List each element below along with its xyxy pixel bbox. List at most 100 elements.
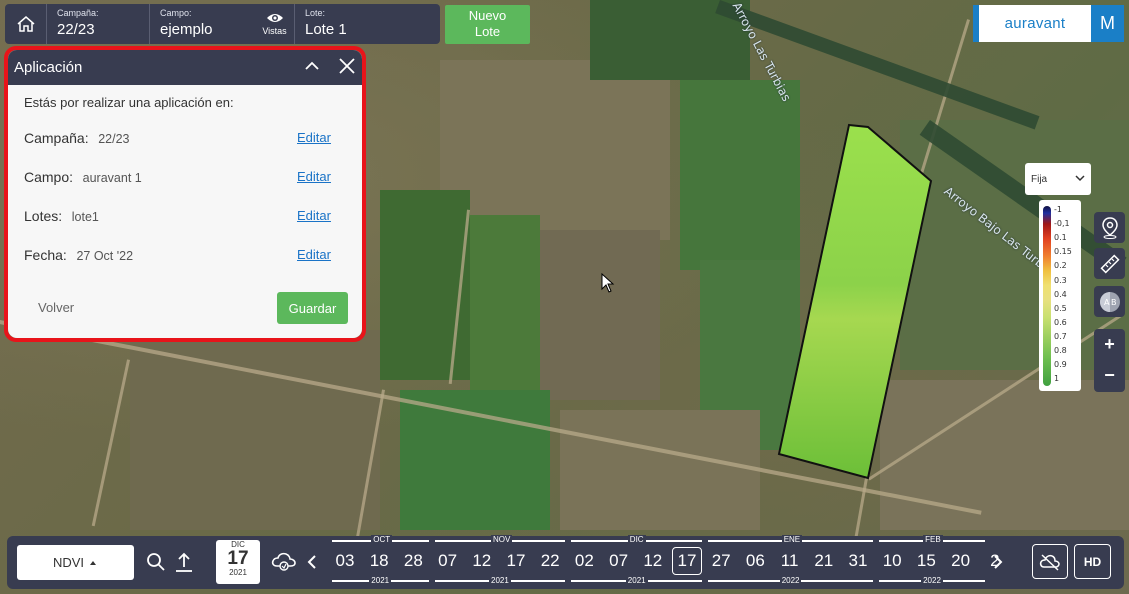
edit-date-link[interactable]: Editar bbox=[297, 247, 331, 262]
compare-ab-icon: A B bbox=[1099, 291, 1120, 312]
legend-tick-label: 0.8 bbox=[1054, 346, 1067, 355]
timeline-day[interactable]: 12 bbox=[638, 551, 668, 571]
legend-tick-label: 0.15 bbox=[1054, 247, 1072, 257]
field-label: Campo: bbox=[160, 8, 192, 18]
summary-row-lots: Lotes: lote1 Editar bbox=[24, 208, 346, 247]
layer-label: NDVI bbox=[52, 555, 85, 570]
edit-campaign-link[interactable]: Editar bbox=[297, 130, 331, 145]
upload-icon[interactable] bbox=[174, 551, 194, 573]
zoom-in-button[interactable]: + bbox=[1094, 329, 1125, 360]
panel-header: Aplicación bbox=[8, 50, 362, 85]
legend-tick-label: 0.4 bbox=[1054, 289, 1067, 299]
new-lot-label-line2: Lote bbox=[474, 24, 501, 39]
field-selector[interactable]: Campo: ejemplo bbox=[150, 4, 255, 44]
new-lot-button[interactable]: Nuevo Lote bbox=[445, 5, 530, 44]
timeline-day[interactable]: 20 bbox=[946, 551, 976, 571]
timeline-year-label: 2022 bbox=[779, 576, 802, 585]
chevron-up-icon[interactable] bbox=[303, 57, 321, 75]
legend-tick-label: 0.9 bbox=[1054, 360, 1067, 370]
lot-value: Lote 1 bbox=[305, 21, 347, 38]
summary-row-field: Campo: auravant 1 Editar bbox=[24, 169, 346, 208]
brand-name: auravant bbox=[1004, 15, 1066, 32]
row-label: Fecha: bbox=[24, 247, 67, 263]
timeline-day[interactable]: 17 bbox=[672, 547, 702, 575]
timeline-day[interactable]: 11 bbox=[775, 551, 805, 571]
timeline-day[interactable]: 27 bbox=[706, 551, 736, 571]
legend-tick-label: -1 bbox=[1054, 205, 1062, 214]
timeline-day[interactable]: 07 bbox=[604, 551, 634, 571]
timeline-year-label: 2022 bbox=[921, 576, 943, 585]
timeline-day[interactable]: 28 bbox=[398, 551, 428, 571]
brand-logo: auravant bbox=[973, 5, 1091, 42]
current-date-box[interactable]: DIC 17 2021 bbox=[216, 540, 260, 584]
compare-button[interactable]: A B bbox=[1094, 286, 1125, 317]
home-button[interactable] bbox=[5, 4, 47, 44]
chevron-right-icon[interactable] bbox=[992, 554, 1004, 570]
row-value: 27 Oct '22 bbox=[76, 249, 134, 263]
svg-text:A: A bbox=[1104, 298, 1110, 307]
panel-title: Aplicación bbox=[14, 59, 83, 76]
legend-color-ramp bbox=[1043, 206, 1051, 386]
scale-mode-select[interactable]: Fija bbox=[1025, 163, 1091, 195]
cloud-filter-button[interactable] bbox=[1032, 544, 1068, 579]
chevron-down-icon bbox=[1075, 175, 1085, 182]
panel-footer: Volver Guardar bbox=[8, 292, 362, 326]
row-value: auravant 1 bbox=[82, 171, 142, 185]
timeline-month-label: DIC bbox=[627, 535, 646, 544]
edit-lots-link[interactable]: Editar bbox=[297, 208, 331, 223]
ruler-icon bbox=[1099, 253, 1120, 274]
measure-button[interactable] bbox=[1094, 248, 1125, 279]
row-label: Campo: bbox=[24, 169, 74, 185]
timeline-day[interactable]: 18 bbox=[364, 551, 394, 571]
close-icon[interactable] bbox=[338, 57, 356, 75]
chevron-left-icon[interactable] bbox=[306, 554, 318, 570]
campaign-value: 22/23 bbox=[57, 21, 95, 38]
cloud-off-icon bbox=[1039, 553, 1060, 571]
legend-tick-label: 0.5 bbox=[1054, 303, 1067, 313]
edit-field-link[interactable]: Editar bbox=[297, 169, 331, 184]
legend-tick-label: 1 bbox=[1054, 374, 1060, 384]
summary-row-campaign: Campaña: 22/23 Editar bbox=[24, 130, 346, 169]
timeline-month-label: OCT bbox=[371, 535, 393, 544]
legend-tick-label: 0.7 bbox=[1054, 331, 1067, 341]
row-value: lote1 bbox=[71, 210, 99, 224]
timeline-day[interactable]: 03 bbox=[330, 551, 360, 571]
mouse-cursor-icon bbox=[601, 273, 615, 293]
lot-selector[interactable]: Lote: Lote 1 bbox=[295, 4, 440, 44]
map-pin-icon bbox=[1101, 216, 1118, 239]
zoom-out-button[interactable]: − bbox=[1094, 360, 1125, 391]
hd-button[interactable]: HD bbox=[1074, 544, 1111, 579]
timeline-day[interactable]: 17 bbox=[501, 551, 531, 571]
timeline-day[interactable]: 21 bbox=[809, 551, 839, 571]
views-button[interactable]: Vistas bbox=[255, 4, 295, 44]
current-day: 17 bbox=[227, 548, 249, 569]
caret-up-icon bbox=[90, 560, 97, 565]
panel-intro: Estás por realizar una aplicación en: bbox=[24, 95, 234, 110]
timeline-year-label: 2021 bbox=[625, 576, 648, 585]
home-icon bbox=[17, 16, 34, 32]
timeline-day[interactable]: 02 bbox=[569, 551, 599, 571]
cloud-icon[interactable] bbox=[270, 549, 298, 573]
timeline-day[interactable]: 15 bbox=[911, 551, 941, 571]
svg-text:B: B bbox=[1111, 298, 1117, 307]
timeline-year-label: 2021 bbox=[489, 576, 511, 585]
eye-icon bbox=[266, 14, 283, 22]
legend-tick-label: 0.3 bbox=[1054, 275, 1067, 285]
layer-selector-button[interactable]: NDVI bbox=[17, 545, 134, 580]
timeline-day[interactable]: 06 bbox=[740, 551, 770, 571]
search-icon[interactable] bbox=[146, 552, 166, 572]
user-avatar-button[interactable]: M bbox=[1091, 5, 1124, 42]
views-label: Vistas bbox=[262, 26, 287, 36]
timeline-day[interactable]: 10 bbox=[877, 551, 907, 571]
back-button[interactable]: Volver bbox=[38, 300, 74, 315]
timeline-day[interactable]: 12 bbox=[467, 551, 497, 571]
campaign-label: Campaña: bbox=[57, 8, 99, 18]
save-button[interactable]: Guardar bbox=[277, 292, 348, 324]
campaign-selector[interactable]: Campaña: 22/23 bbox=[47, 4, 150, 44]
timeline-year-label: 2021 bbox=[369, 576, 392, 585]
location-button[interactable] bbox=[1094, 212, 1125, 243]
timeline-day[interactable]: 07 bbox=[433, 551, 463, 571]
scale-mode-value: Fija bbox=[1031, 173, 1048, 185]
timeline-day[interactable]: 31 bbox=[843, 551, 873, 571]
timeline-day[interactable]: 22 bbox=[535, 551, 565, 571]
